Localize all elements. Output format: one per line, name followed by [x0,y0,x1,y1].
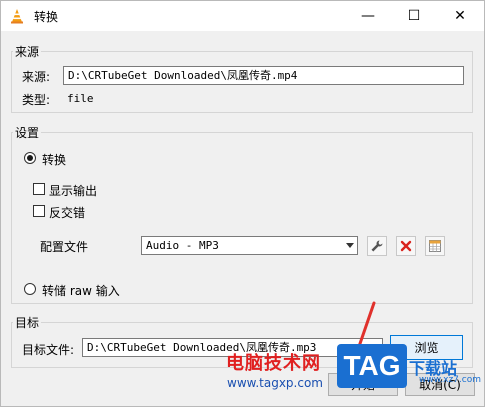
edit-profile-button[interactable] [367,236,387,256]
watermark-tag-logo: TAG [337,344,407,388]
maximize-button[interactable]: ☐ [391,1,437,31]
settings-group-title: 设置 [13,124,42,141]
dest-file-label: 目标文件: [22,343,75,357]
show-output-label: 显示输出 [49,184,98,198]
source-group-title: 来源 [13,43,42,60]
new-profile-grid-icon [429,240,441,252]
vlc-cone-icon [11,9,23,24]
new-profile-button[interactable] [425,236,445,256]
watermark-site-name: 电脑技术网 [226,353,321,374]
source-input[interactable]: D:\CRTubeGet Downloaded\凤凰传奇.mp4 [63,66,464,85]
delete-profile-button[interactable] [396,236,416,256]
chevron-down-icon [346,243,354,248]
type-value: file [67,92,94,105]
show-output-checkbox[interactable] [33,183,45,195]
minimize-button[interactable]: — [345,1,391,31]
profile-select[interactable]: Audio - MP3 [141,236,358,255]
source-label: 来源: [22,70,51,84]
radio-selected-dot [27,155,33,161]
dump-raw-radio[interactable] [24,283,36,295]
convert-dialog: 转换 — ☐ ✕ 来源 来源: D:\CRTubeGet Downloaded\… [0,0,485,407]
watermark-xz-url: www.xz7.com [419,375,481,385]
window-title: 转换 [34,10,59,24]
wrench-icon [371,240,383,252]
target-group-title: 目标 [13,314,42,331]
dump-raw-label: 转储 raw 输入 [42,284,120,298]
close-icon: ✕ [454,8,466,24]
close-button[interactable]: ✕ [437,1,483,31]
deinterlace-checkbox[interactable] [33,205,45,217]
convert-label: 转换 [42,153,67,167]
watermark-site-url: www.tagxp.com [227,376,323,390]
profile-label: 配置文件 [40,240,89,254]
delete-x-icon [400,240,412,252]
maximize-icon: ☐ [407,8,421,24]
title-bar: 转换 — ☐ ✕ [1,1,484,31]
type-label: 类型: [22,93,51,107]
profile-selected-value: Audio - MP3 [146,239,219,252]
convert-radio[interactable] [24,152,36,164]
deinterlace-label: 反交错 [49,206,86,220]
minimize-icon: — [361,8,375,24]
